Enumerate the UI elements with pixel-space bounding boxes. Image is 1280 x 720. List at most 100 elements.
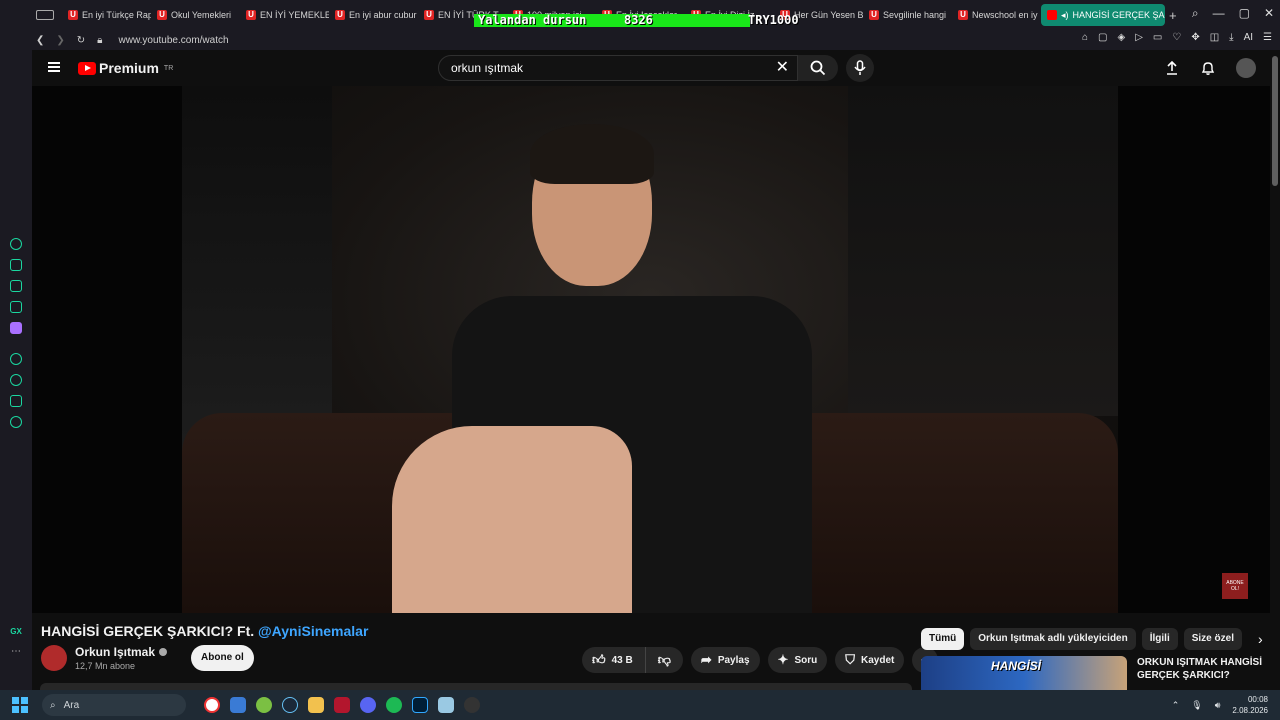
- hamburger-menu-icon[interactable]: [48, 62, 60, 72]
- tab[interactable]: U Newschool en iy: [952, 4, 1041, 26]
- settings-icon[interactable]: [10, 416, 22, 428]
- ask-button[interactable]: ✦ Soru: [767, 647, 828, 673]
- save-button[interactable]: ⛉ Kaydet: [835, 647, 905, 673]
- shield-icon[interactable]: ◈: [1117, 32, 1125, 43]
- sidebar-bot-icon[interactable]: [10, 259, 22, 271]
- wallet-icon[interactable]: ▭: [1153, 32, 1162, 43]
- recommended-title[interactable]: ORKUN IŞITMAK HANGİSİ GERÇEK ŞARKICI?: [1137, 656, 1267, 690]
- chevron-right-icon[interactable]: ›: [1258, 631, 1263, 647]
- description-box[interactable]: [40, 683, 912, 690]
- mention-link[interactable]: @AyniSinemalar: [258, 623, 368, 639]
- system-tray: ⌃ 🎙︎ 🔊︎ 00:08 2.08.2026: [1172, 694, 1268, 716]
- network-app-icon[interactable]: [438, 697, 454, 713]
- more-icon[interactable]: ⋯: [11, 646, 21, 657]
- tab[interactable]: U En iyi Türkçe Rap: [62, 4, 151, 26]
- tab-manager-icon[interactable]: [36, 10, 54, 20]
- date: 2.08.2026: [1232, 706, 1268, 715]
- file-explorer-icon[interactable]: [308, 697, 324, 713]
- app-icon[interactable]: [464, 697, 480, 713]
- box-icon[interactable]: ◫: [1210, 32, 1219, 43]
- extensions-icon[interactable]: [10, 395, 22, 407]
- channel-avatar[interactable]: [41, 645, 67, 671]
- steam-icon[interactable]: [282, 697, 298, 713]
- search-button[interactable]: [798, 55, 838, 81]
- tab-active[interactable]: ◂)HANGİSİ GERÇEK ŞARKI: [1041, 4, 1165, 26]
- ai-icon[interactable]: AI: [1244, 32, 1253, 43]
- volume-icon[interactable]: 🔊︎: [1215, 700, 1221, 711]
- store-icon[interactable]: [230, 697, 246, 713]
- game-launcher-icon[interactable]: [256, 697, 272, 713]
- chip-all[interactable]: Tümü: [921, 628, 965, 650]
- user-avatar[interactable]: [1236, 58, 1256, 78]
- tab[interactable]: U Sevgilinle hangi: [863, 4, 952, 26]
- back-icon[interactable]: ❮: [36, 35, 44, 46]
- tab[interactable]: U Okul Yemekleri: [151, 4, 240, 26]
- puzzle-icon[interactable]: ✥: [1191, 32, 1199, 43]
- share-icon: ➦: [700, 652, 712, 667]
- adobe-icon[interactable]: [334, 697, 350, 713]
- reload-icon[interactable]: ↻: [77, 35, 85, 46]
- youtube-premium-logo[interactable]: Premium TR: [78, 60, 173, 76]
- subscribe-button[interactable]: Abone ol: [191, 645, 254, 671]
- sidebar-play-icon[interactable]: [10, 353, 22, 365]
- recommendation-chips: Tümü Orkun Işıtmak adlı yükleyiciden İlg…: [921, 628, 1263, 650]
- chevron-up-icon[interactable]: ⌃: [1172, 700, 1180, 711]
- background-person-left: [182, 86, 332, 466]
- history-icon[interactable]: [10, 374, 22, 386]
- thumbs-up-icon: 👍︎: [592, 652, 606, 667]
- chip-for-you[interactable]: Size özel: [1183, 628, 1242, 650]
- sidebar-image-icon[interactable]: [10, 280, 22, 292]
- maximize-icon[interactable]: ▢: [1239, 6, 1250, 21]
- heart-icon[interactable]: ♡: [1172, 32, 1181, 43]
- chip-from-uploader[interactable]: Orkun Işıtmak adlı yükleyiciden: [970, 628, 1136, 650]
- tab[interactable]: U EN İYİ YEMEKLE: [240, 4, 329, 26]
- spotify-icon[interactable]: [386, 697, 402, 713]
- youtube-favicon-icon: U: [68, 10, 78, 20]
- snapshot-icon[interactable]: ▢: [1098, 32, 1107, 43]
- menu-icon[interactable]: ☰: [1263, 32, 1272, 43]
- player-icon[interactable]: ▷: [1135, 32, 1143, 43]
- opera-gx-icon[interactable]: [204, 697, 220, 713]
- start-button[interactable]: [12, 697, 28, 713]
- recommended-thumbnail[interactable]: HANGİSİ: [921, 656, 1127, 690]
- like-button[interactable]: 👍︎ 43 B: [582, 647, 646, 673]
- youtube-favicon-icon: U: [335, 10, 345, 20]
- twitch-icon[interactable]: [10, 322, 22, 334]
- photoshop-icon[interactable]: [412, 697, 428, 713]
- tab[interactable]: U En iyi abur cubur: [329, 4, 418, 26]
- browser-search-icon[interactable]: ⌕: [1192, 6, 1199, 21]
- share-button[interactable]: ➦ Paylaş: [690, 647, 760, 673]
- upload-icon[interactable]: [1164, 60, 1180, 76]
- taskbar-search-input[interactable]: ⌕ Ara: [42, 694, 186, 716]
- sidebar-refresh-icon[interactable]: [10, 238, 22, 250]
- subscribe-watermark[interactable]: ABONE OL!: [1222, 573, 1248, 599]
- chip-related[interactable]: İlgili: [1141, 628, 1178, 650]
- youtube-favicon-icon: U: [958, 10, 968, 20]
- forward-icon[interactable]: ❯: [56, 35, 64, 46]
- new-tab-button[interactable]: +: [1169, 8, 1177, 23]
- url-text[interactable]: www.youtube.com/watch: [119, 35, 229, 46]
- dislike-button[interactable]: 👎︎: [645, 647, 683, 673]
- clock[interactable]: 00:08 2.08.2026: [1232, 694, 1268, 716]
- background-person-right: [848, 86, 1118, 416]
- speaker-icon[interactable]: ◂): [1061, 10, 1069, 21]
- sidebar-m-icon[interactable]: [10, 301, 22, 313]
- channel-name[interactable]: Orkun Işıtmak: [75, 645, 155, 659]
- page-scrollbar[interactable]: [1272, 56, 1278, 186]
- video-player[interactable]: ABONE OL!: [32, 86, 1270, 613]
- recommended-video[interactable]: HANGİSİ ORKUN IŞITMAK HANGİSİ GERÇEK ŞAR…: [921, 656, 1267, 690]
- microphone-icon[interactable]: 🎙︎: [1191, 700, 1202, 711]
- close-icon[interactable]: ✕: [1264, 6, 1274, 21]
- download-icon[interactable]: ⤓: [1229, 32, 1233, 43]
- notifications-bell-icon[interactable]: [1200, 60, 1216, 76]
- minimize-icon[interactable]: —: [1213, 6, 1225, 21]
- youtube-header: Premium TR orkun ışıtmak ✕: [32, 50, 1280, 86]
- youtube-favicon-icon: U: [246, 10, 256, 20]
- window-controls: ⌕ — ▢ ✕: [1192, 6, 1274, 21]
- search-input[interactable]: orkun ışıtmak ✕: [438, 55, 798, 81]
- voice-search-button[interactable]: [846, 54, 874, 82]
- gx-label[interactable]: GX: [10, 627, 22, 636]
- discord-icon[interactable]: [360, 697, 376, 713]
- pin-icon[interactable]: ⌂: [1082, 32, 1088, 43]
- clear-search-icon[interactable]: ✕: [776, 56, 789, 80]
